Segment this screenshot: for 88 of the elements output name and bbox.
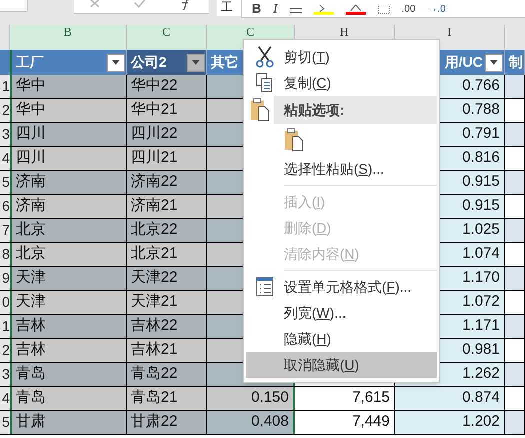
row-number[interactable]: 5 (0, 411, 10, 434)
paste-option-button[interactable] (284, 128, 304, 152)
format-cells-icon (256, 277, 274, 297)
formula-input[interactable]: 工 (217, 0, 241, 16)
table-cell: 吉林 (10, 315, 127, 338)
menu-item-label: 插入(I) (284, 192, 326, 212)
italic-button[interactable]: I (273, 2, 278, 15)
menu-item-label: 剪切(T) (284, 48, 330, 67)
dropdown-arrow-icon (490, 60, 498, 65)
column-header[interactable]: C (127, 25, 207, 50)
table-cell: 华中 (10, 99, 127, 122)
menu-item-label: 列宽(W)... (284, 304, 346, 323)
menu-item-label: 删除(D) (284, 218, 332, 238)
table-cell: 四川 (10, 123, 127, 146)
table-cell: 济南22 (127, 171, 207, 194)
table-cell: 四川22 (127, 123, 207, 146)
header-label: 工厂 (16, 53, 44, 72)
table-cell: 甘肃22 (127, 411, 207, 434)
table-cell: 吉林22 (127, 315, 207, 338)
row-number[interactable]: 3 (0, 123, 10, 146)
filter-dropdown-button[interactable] (107, 54, 125, 72)
table-cell: 天津 (10, 267, 127, 290)
filter-dropdown-button[interactable] (187, 54, 205, 72)
table-cell: 天津22 (127, 267, 207, 290)
row-number[interactable]: 1 (0, 315, 10, 338)
row-number[interactable]: 2 (0, 99, 10, 122)
header-label: 其它 (211, 53, 239, 72)
table-cell: 华中 (10, 75, 127, 98)
table-cell: 甘肃 (10, 411, 127, 434)
table-cell: 天津21 (127, 291, 207, 314)
menu-item-label: 隐藏(H) (284, 330, 332, 349)
increase-decimal-button[interactable]: .00 (402, 5, 416, 15)
fill-color-icon[interactable] (314, 5, 334, 15)
table-cell: 北京22 (127, 219, 207, 242)
menu-item-label: 复制(C) (284, 74, 332, 93)
table-cell: 华中22 (127, 75, 207, 98)
header-label: 用/UC (444, 53, 483, 72)
header-label: 制 (509, 53, 523, 72)
dropdown-arrow-icon (192, 60, 200, 65)
menu-item-label: 取消隐藏(U) (284, 356, 360, 375)
table-cell: 天津 (10, 291, 127, 314)
row-number[interactable]: 4 (0, 387, 10, 410)
table-cell: 吉林 (10, 339, 127, 362)
table-cell: 华中21 (127, 99, 207, 122)
row-number[interactable]: 7 (0, 219, 10, 242)
table-cell: 青岛22 (127, 363, 207, 386)
menu-item-label: 清除内容(N) (284, 244, 360, 264)
menu-item-label: 粘贴选项: (284, 100, 345, 120)
row-number[interactable]: 5 (0, 171, 10, 194)
clipboard-icon (284, 128, 304, 152)
dropdown-arrow-icon (112, 60, 120, 65)
row-number[interactable]: 0 (0, 291, 10, 314)
table-cell: 青岛 (10, 363, 127, 386)
table-cell: 0.150 (207, 387, 295, 410)
table-cell: 北京 (10, 219, 127, 242)
decrease-decimal-button[interactable]: →.0 (428, 5, 446, 15)
table-cell: 济南21 (127, 195, 207, 218)
column-header[interactable]: B (10, 25, 127, 50)
menu-item-label: 选择性粘贴(S)... (284, 160, 384, 179)
filter-dropdown-button[interactable] (485, 54, 503, 72)
clipboard-icon (250, 98, 270, 122)
header-label: 公司2 (131, 53, 167, 72)
table-cell: 北京 (10, 243, 127, 266)
table-cell: 0.408 (207, 411, 295, 434)
scissors-icon (255, 46, 275, 68)
row-number[interactable]: 2 (0, 339, 10, 362)
row-number[interactable]: 6 (0, 195, 10, 218)
font-color-icon[interactable] (346, 5, 366, 15)
table-cell: 1.202 (395, 411, 505, 434)
table-cell: 济南 (10, 195, 127, 218)
table-cell: 青岛21 (127, 387, 207, 410)
table-cell: 0.874 (395, 387, 505, 410)
row-number[interactable]: 3 (0, 363, 10, 386)
row-number[interactable]: 1 (0, 75, 10, 98)
menu-item[interactable]: 取消隐藏(U) (246, 352, 437, 378)
table-cell: 四川 (10, 147, 127, 170)
table-cell: 四川21 (127, 147, 207, 170)
table-cell: 青岛 (10, 387, 127, 410)
row-number[interactable]: 8 (0, 243, 10, 266)
row-number[interactable]: 9 (0, 267, 10, 290)
table-cell: 吉林21 (127, 339, 207, 362)
row-number[interactable]: 4 (0, 147, 10, 170)
table-cell: 北京21 (127, 243, 207, 266)
borders-icon[interactable] (378, 5, 390, 15)
align-icon[interactable] (290, 7, 302, 15)
bold-button[interactable]: B (252, 2, 262, 15)
table-cell: 济南 (10, 171, 127, 194)
copy-icon (256, 73, 274, 93)
